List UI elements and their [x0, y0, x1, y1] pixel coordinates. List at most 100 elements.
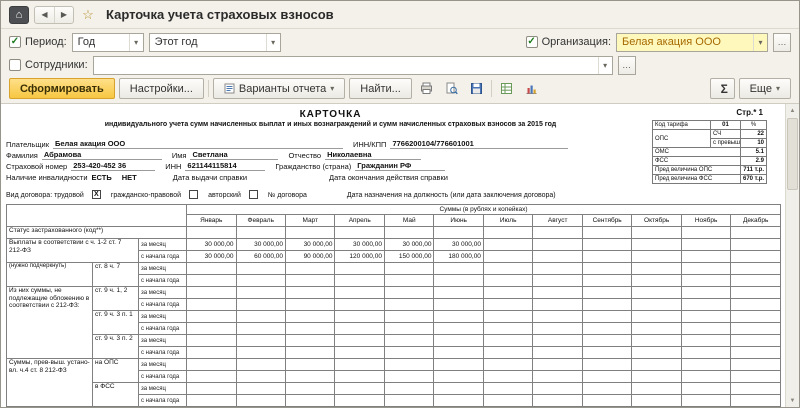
month-value-cell [433, 226, 484, 239]
month-value-cell [631, 286, 682, 299]
month-value-cell: 30 000,00 [284, 238, 336, 251]
month-value-cell [730, 394, 781, 407]
chart-mode-button[interactable] [521, 78, 542, 99]
autosum-button[interactable]: Σ [709, 78, 735, 99]
month-value-cell [581, 310, 633, 323]
period-unit-value: Год [77, 36, 96, 48]
disability-yes: ЕСТЬ [91, 173, 112, 182]
month-value-cell [581, 238, 633, 251]
employees-choose-button[interactable]: … [617, 55, 636, 75]
sums-header: Суммы (в рублях и копейках) [186, 204, 781, 215]
month-value-cell [631, 250, 682, 263]
payments-month-row: Выплаты в соответствии с ч. 1-2 ст. 7 21… [6, 238, 781, 263]
month-value-cell [532, 262, 583, 275]
contract-author-checkbox [248, 190, 258, 199]
month-value-cell [186, 274, 237, 287]
month-value-cell [334, 322, 385, 335]
month-value-cell [334, 226, 385, 239]
chevron-down-icon: ▾ [775, 84, 780, 93]
find-button[interactable]: Найти... [349, 78, 412, 99]
table-row: ст. 9 ч. 3 п. 1 за месяц [7, 310, 781, 335]
scroll-down-button[interactable]: ▼ [786, 394, 799, 407]
month-value-cell [581, 358, 633, 371]
toolbar-separator [490, 80, 492, 97]
scrollbar-thumb[interactable] [787, 118, 798, 190]
employees-checkbox[interactable]: Сотрудники: [9, 59, 88, 71]
month-value-cell [235, 310, 287, 323]
month-value-cell [680, 274, 732, 287]
back-button[interactable]: ◀ [35, 7, 54, 23]
month-value-cell [284, 346, 336, 359]
month-value-cell: 60 000,00 [235, 250, 287, 263]
report-subtitle: индивидуального учета сумм начисленных в… [104, 121, 557, 128]
scroll-up-button[interactable]: ▲ [786, 104, 799, 117]
month-value-cell [581, 226, 633, 239]
month-value-cell [482, 394, 534, 407]
home-icon: ⌂ [15, 8, 23, 21]
month-value-cell [482, 370, 534, 383]
more-label: Еще [749, 82, 772, 95]
corner-cell [5, 204, 188, 227]
checkbox-empty [9, 59, 21, 71]
toolbar-separator [207, 80, 209, 97]
month-header-cell: Декабрь [730, 214, 781, 227]
organization-choose-button[interactable]: … [773, 32, 791, 52]
period-unit-select[interactable]: Год ▾ [71, 32, 144, 52]
print-button[interactable] [416, 78, 437, 99]
middlename-value: Николаевна [325, 150, 422, 160]
filter-panel: ✓ Период: Год ▾ Этот год ▾ ✓ Организация… [1, 29, 799, 78]
vertical-scrollbar[interactable]: ▲ ▼ [785, 104, 799, 407]
month-value-cell: 30 000,00 [383, 238, 435, 251]
month-value-cell [433, 310, 484, 323]
table-mode-button[interactable] [496, 78, 517, 99]
forward-button[interactable]: ▶ [54, 6, 73, 23]
month-value-cell [631, 262, 682, 275]
save-icon [470, 83, 482, 94]
month-value-cell [383, 298, 435, 311]
period-cell: с начала года [137, 298, 188, 311]
middlename-label: Отчество [288, 151, 322, 160]
ellipsis-icon: … [777, 37, 787, 47]
more-button[interactable]: Еще ▾ [738, 78, 791, 99]
month-value-cell [482, 310, 534, 323]
favorites-button[interactable]: ☆ [79, 6, 97, 24]
report-area[interactable]: Стр.* 1 КАРТОЧКА индивидуального учета с… [1, 104, 799, 407]
period-cell: за месяц [137, 358, 188, 371]
month-value-cell: 150 000,00 [383, 250, 435, 263]
status-row: Статус застрахованного (код**) [5, 226, 781, 239]
period-checkbox[interactable]: ✓ Период: [9, 36, 67, 48]
month-value-cell [680, 322, 732, 335]
tariff-sch-label: СЧ [710, 129, 741, 139]
month-value-cell [383, 286, 435, 299]
employees-field[interactable]: ▾ [92, 55, 613, 75]
month-value-cell [680, 358, 732, 371]
month-header-cell: Июль [482, 214, 534, 227]
organization-field[interactable]: Белая акация ООО ▾ [616, 32, 768, 52]
month-value-cell [235, 286, 287, 299]
month-value-cell [730, 286, 781, 299]
month-value-cell [383, 394, 435, 407]
month-value-cell [482, 298, 534, 311]
period-range-select[interactable]: Этот год ▾ [148, 32, 281, 52]
month-value-cell [482, 334, 534, 347]
month-value-cell [284, 394, 336, 407]
month-value-cell [730, 226, 781, 239]
table-row: в ФСС за месяц [7, 382, 781, 407]
month-value-cell [680, 262, 732, 275]
organization-checkbox[interactable]: ✓ Организация: [525, 36, 611, 48]
app-window: ⌂ ◀ ▶ ☆ Карточка учета страховых взносов… [0, 0, 800, 408]
month-value-cell [680, 238, 732, 251]
month-value-cell [383, 226, 435, 239]
report-variants-button[interactable]: Варианты отчета ▾ [212, 78, 346, 99]
generate-button[interactable]: Сформировать [9, 78, 115, 99]
save-button[interactable] [466, 78, 487, 99]
month-value-cell: 90 000,00 [284, 250, 336, 263]
month-value-cell [730, 322, 781, 335]
print-preview-button[interactable] [441, 78, 462, 99]
settings-button[interactable]: Настройки... [118, 78, 204, 99]
preview-icon [446, 82, 458, 95]
contract-author-label: авторский [208, 192, 241, 199]
home-button[interactable]: ⌂ [9, 5, 29, 24]
month-value-cell [334, 274, 385, 287]
employees-label: Сотрудники: [25, 59, 88, 71]
